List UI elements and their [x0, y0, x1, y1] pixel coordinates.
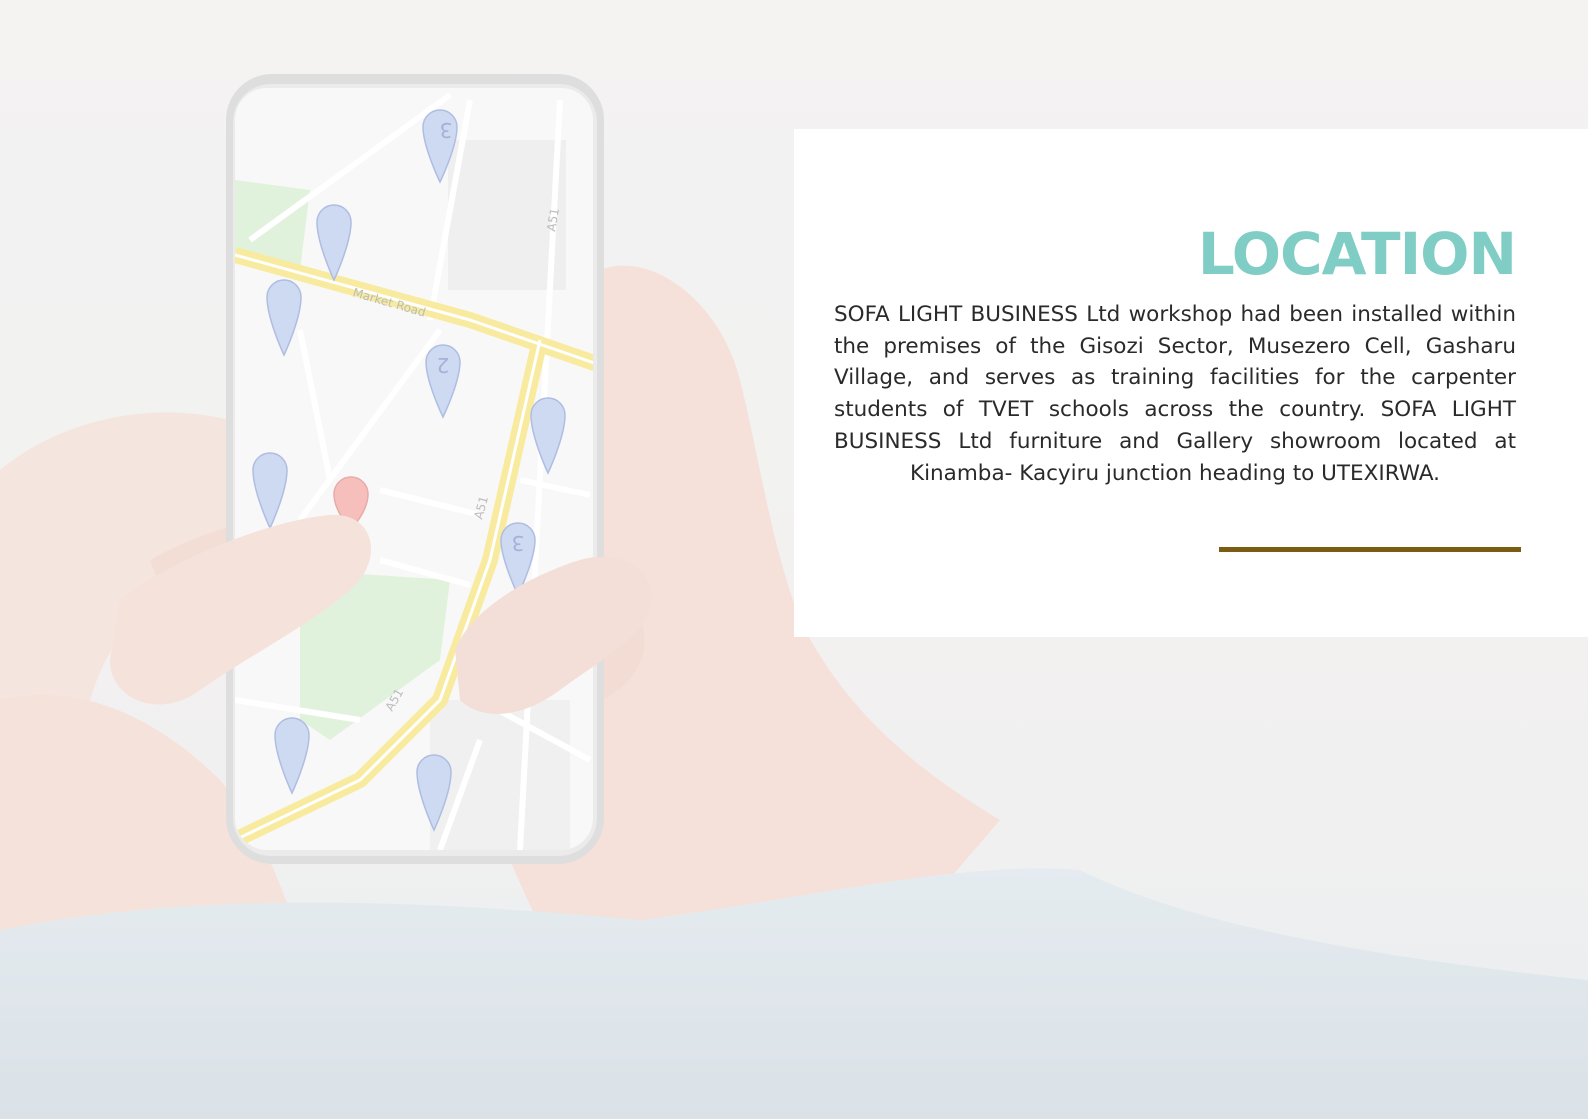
section-body: SOFA LIGHT BUSINESS Ltd workshop had bee… — [834, 302, 1516, 486]
location-info-card: LOCATION SOFA LIGHT BUSINESS Ltd worksho… — [794, 129, 1588, 637]
accent-divider — [1219, 547, 1521, 552]
section-title: LOCATION — [1197, 220, 1517, 288]
